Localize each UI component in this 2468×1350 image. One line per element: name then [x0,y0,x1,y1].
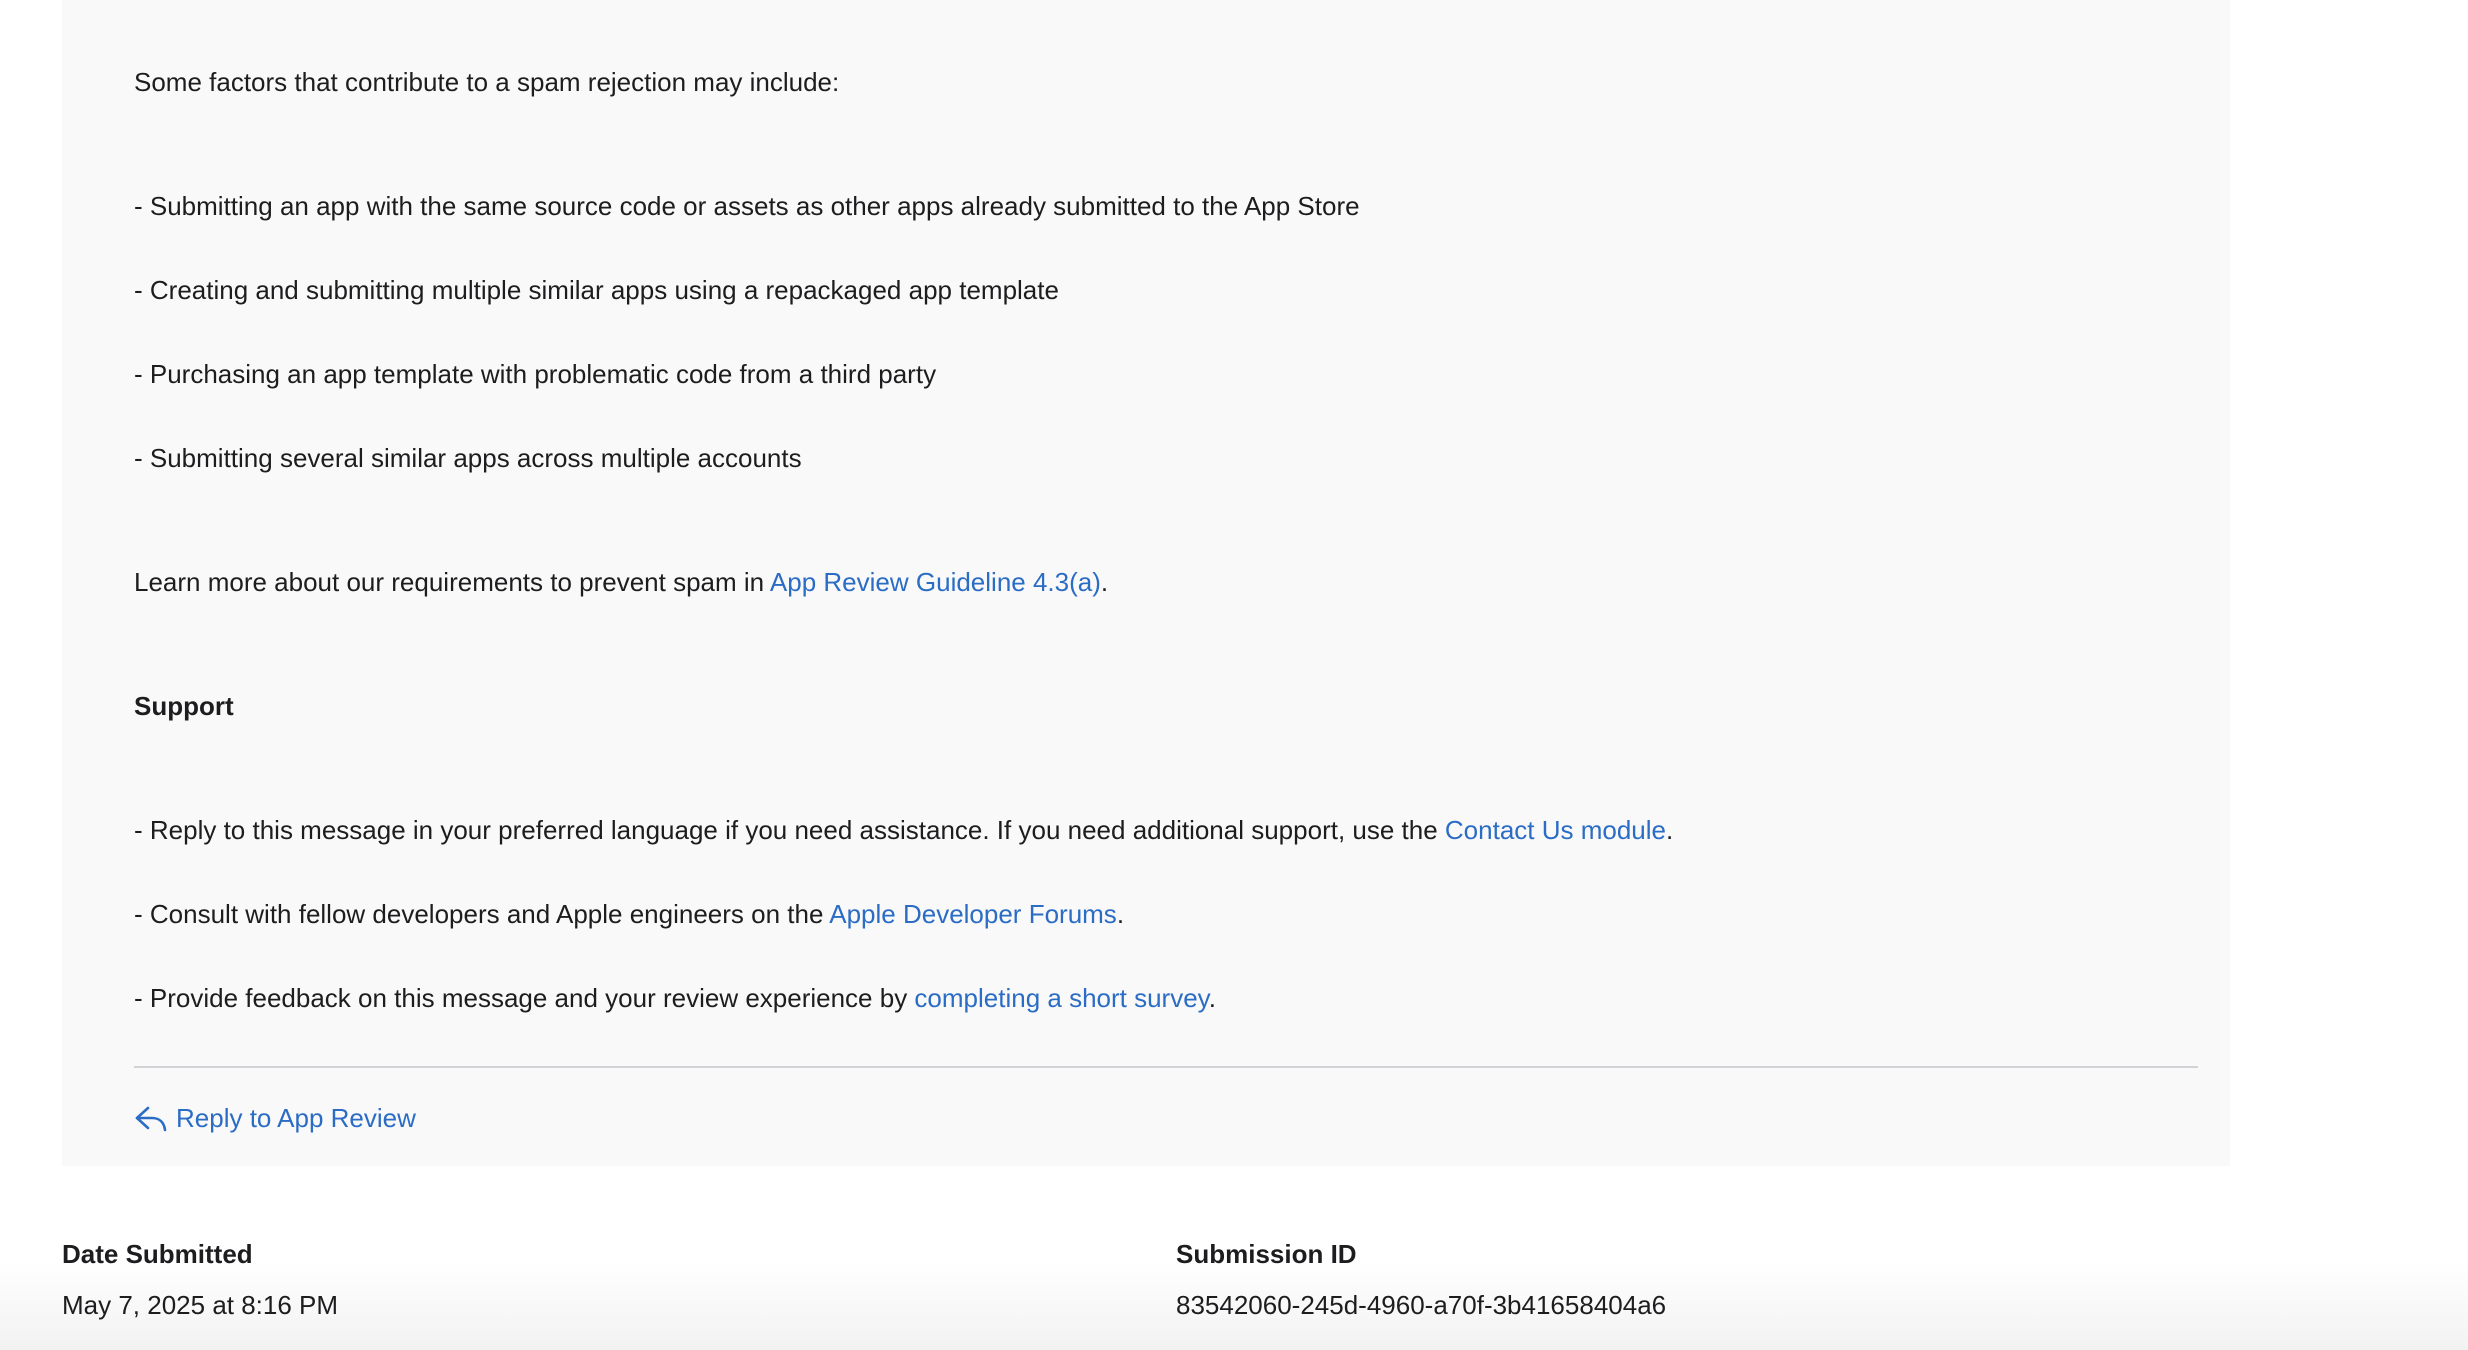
support-item-survey: - Provide feedback on this message and y… [134,982,1216,1014]
reply-to-app-review-button[interactable]: Reply to App Review [134,1100,416,1136]
reply-arrow-icon [134,1103,168,1133]
support-item-prefix: - Consult with fellow developers and App… [134,899,830,929]
support-item-suffix: . [1666,815,1674,845]
review-message-card: Some factors that contribute to a spam r… [62,0,2230,1166]
developer-forums-link[interactable]: Apple Developer Forums [829,899,1117,929]
support-item-prefix: - Reply to this message in your preferre… [134,815,1445,845]
learn-more-suffix: . [1100,567,1109,597]
guideline-link[interactable]: App Review Guideline 4.3(a) [770,567,1101,597]
date-submitted-label: Date Submitted [62,1239,253,1269]
app-review-page: Some factors that contribute to a spam r… [0,0,2468,1350]
support-item-forums: - Consult with fellow developers and App… [134,898,1124,930]
support-item-contact: - Reply to this message in your preferre… [134,814,1673,846]
factor-item: - Submitting several similar apps across… [134,443,802,473]
contact-us-link[interactable]: Contact Us module [1445,815,1666,845]
date-submitted-value: May 7, 2025 at 8:16 PM [62,1290,339,1320]
factor-item: - Creating and submitting multiple simil… [134,275,1059,305]
support-item-suffix: . [1208,983,1216,1013]
factor-item: - Purchasing an app template with proble… [134,359,937,389]
factor-item: - Submitting an app with the same source… [134,191,1360,221]
learn-more-line: Learn more about our requirements to pre… [134,566,1108,598]
support-item-prefix: - Provide feedback on this message and y… [134,983,915,1013]
support-heading: Support [134,691,234,721]
spam-factors-intro: Some factors that contribute to a spam r… [134,67,840,97]
support-item-suffix: . [1116,899,1125,929]
learn-more-prefix: Learn more about our requirements to pre… [134,567,770,597]
message-divider [134,1066,2198,1068]
survey-link[interactable]: completing a short survey [914,983,1208,1013]
submission-id-label: Submission ID [1176,1239,1357,1269]
submission-id-value: 83542060-245d-4960-a70f-3b41658404a6 [1176,1290,1667,1320]
reply-to-app-review-label: Reply to App Review [176,1103,416,1133]
